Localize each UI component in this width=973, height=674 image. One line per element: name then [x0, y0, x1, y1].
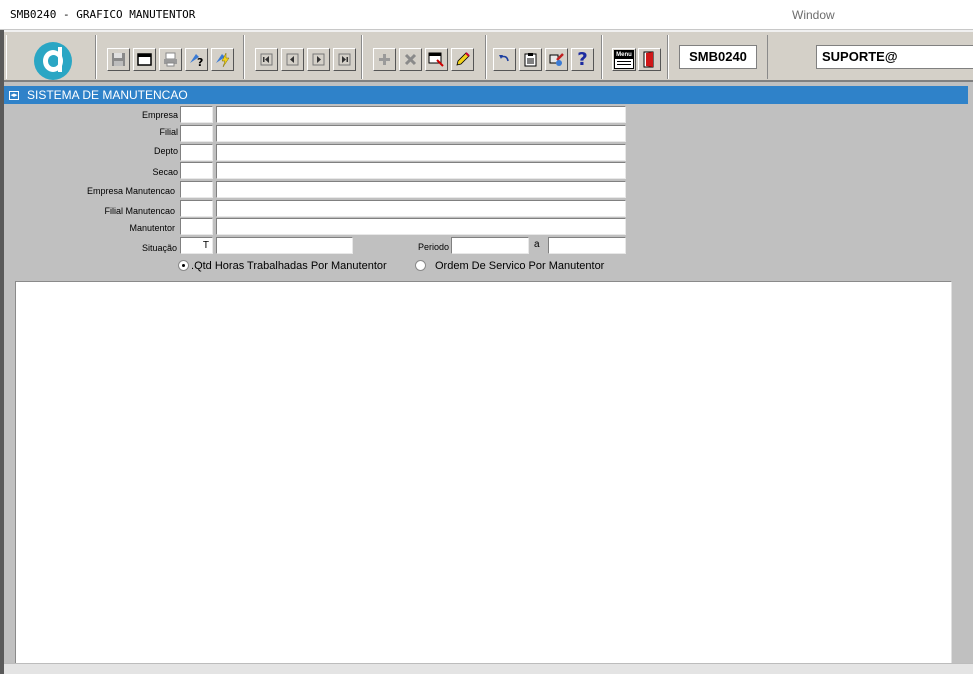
- left-border: [0, 30, 4, 674]
- window-title: SMB0240 - GRAFICO MANUTENTOR: [10, 8, 196, 21]
- first-icon: [260, 53, 273, 66]
- empresa-desc-field[interactable]: [216, 106, 626, 123]
- empresa-manutencao-desc-field[interactable]: [216, 181, 626, 198]
- user-field: SUPORTE@: [816, 45, 973, 69]
- status-bar: [4, 663, 973, 674]
- duplicate-icon: [428, 52, 444, 67]
- depto-code-field[interactable]: [180, 144, 213, 161]
- option-ordem-label[interactable]: Ordem De Servico Por Manutentor: [435, 260, 604, 272]
- periodo-label: Periodo: [418, 242, 450, 252]
- situacao-desc-field[interactable]: [216, 237, 353, 254]
- next-icon: [312, 53, 325, 66]
- insert-record-button[interactable]: [373, 48, 396, 71]
- title-bar: SMB0240 - GRAFICO MANUTENTOR Window: [0, 0, 973, 30]
- last-record-button[interactable]: [333, 48, 356, 71]
- tools-button[interactable]: [545, 48, 568, 71]
- filial-manutencao-code-field[interactable]: [180, 200, 213, 217]
- option-horas-radio[interactable]: [178, 260, 189, 271]
- empresa-label: Empresa: [141, 110, 178, 120]
- filial-code-field[interactable]: [180, 125, 213, 142]
- prev-record-button[interactable]: [281, 48, 304, 71]
- empresa-manutencao-label: Empresa Manutencao: [86, 186, 175, 196]
- first-record-button[interactable]: [255, 48, 278, 71]
- app-logo: [34, 42, 72, 80]
- filial-manutencao-desc-field[interactable]: [216, 200, 626, 217]
- duplicate-record-button[interactable]: [425, 48, 448, 71]
- manutentor-desc-field[interactable]: [216, 218, 626, 235]
- lightning-icon: [216, 52, 230, 68]
- toolbar: ? ? Menu SMB0240 SUPORTE@: [4, 30, 973, 82]
- delete-record-button[interactable]: [399, 48, 422, 71]
- situacao-code-field[interactable]: T: [180, 237, 213, 254]
- periodo-from-field[interactable]: [451, 237, 529, 254]
- form-code-field: SMB0240: [679, 45, 757, 69]
- last-icon: [338, 53, 351, 66]
- help-button[interactable]: ?: [571, 48, 594, 71]
- query-icon: ?: [190, 54, 203, 68]
- edit-button[interactable]: [451, 48, 474, 71]
- depto-label: Depto: [153, 146, 178, 156]
- window-menu[interactable]: Window: [792, 8, 835, 22]
- section-title: SISTEMA DE MANUTENCAO: [27, 88, 188, 102]
- door-icon: [643, 51, 654, 68]
- plus-icon: [379, 54, 390, 65]
- depto-desc-field[interactable]: [216, 144, 626, 161]
- empresa-manutencao-code-field[interactable]: [180, 181, 213, 198]
- x-icon: [404, 53, 417, 66]
- menu-button[interactable]: Menu: [612, 48, 636, 71]
- floppy-icon: [112, 53, 125, 66]
- periodo-separator: a: [534, 239, 540, 250]
- section-header: ◂▸ SISTEMA DE MANUTENCAO: [4, 86, 968, 104]
- secao-code-field[interactable]: [180, 162, 213, 179]
- toolbar-group-nav: [244, 35, 362, 79]
- filial-manutencao-label: Filial Manutencao: [104, 206, 175, 216]
- undo-button[interactable]: [493, 48, 516, 71]
- toolbar-group-tools: ?: [486, 35, 602, 79]
- toolbar-group-records: [362, 35, 486, 79]
- window-button[interactable]: [133, 48, 156, 71]
- option-horas-label[interactable]: .Qtd Horas Trabalhadas Por Manutentor: [191, 260, 387, 272]
- toolbar-group-logo: [6, 35, 96, 80]
- periodo-to-field[interactable]: [548, 237, 626, 254]
- svg-text:?: ?: [197, 56, 203, 68]
- undo-icon: [499, 55, 509, 62]
- question-icon: ?: [577, 49, 588, 70]
- menu-icon: Menu: [614, 50, 634, 69]
- save-button[interactable]: [107, 48, 130, 71]
- query-button[interactable]: ?: [185, 48, 208, 71]
- toolbar-group-file: ?: [96, 35, 244, 79]
- pencil-icon: [456, 52, 470, 66]
- window-icon: [137, 53, 152, 66]
- exit-button[interactable]: [638, 48, 661, 71]
- collapse-icon[interactable]: ◂▸: [9, 91, 19, 100]
- filial-label: Filial: [159, 127, 178, 137]
- secao-label: Secao: [152, 167, 178, 177]
- next-record-button[interactable]: [307, 48, 330, 71]
- tools-icon: [549, 53, 564, 66]
- print-button[interactable]: [159, 48, 182, 71]
- list-button[interactable]: [519, 48, 542, 71]
- chart-area: [15, 281, 952, 674]
- execute-query-button[interactable]: [211, 48, 234, 71]
- manutentor-code-field[interactable]: [180, 218, 213, 235]
- empresa-code-field[interactable]: [180, 106, 213, 123]
- filial-desc-field[interactable]: [216, 125, 626, 142]
- option-ordem-radio[interactable]: [415, 260, 426, 271]
- manutentor-label: Manutentor: [129, 223, 175, 233]
- secao-desc-field[interactable]: [216, 162, 626, 179]
- toolbar-group-menu: Menu: [602, 35, 668, 79]
- printer-icon: [164, 52, 177, 67]
- prev-icon: [286, 53, 299, 66]
- situacao-label: Situação: [141, 243, 177, 253]
- clipboard-icon: [524, 53, 537, 67]
